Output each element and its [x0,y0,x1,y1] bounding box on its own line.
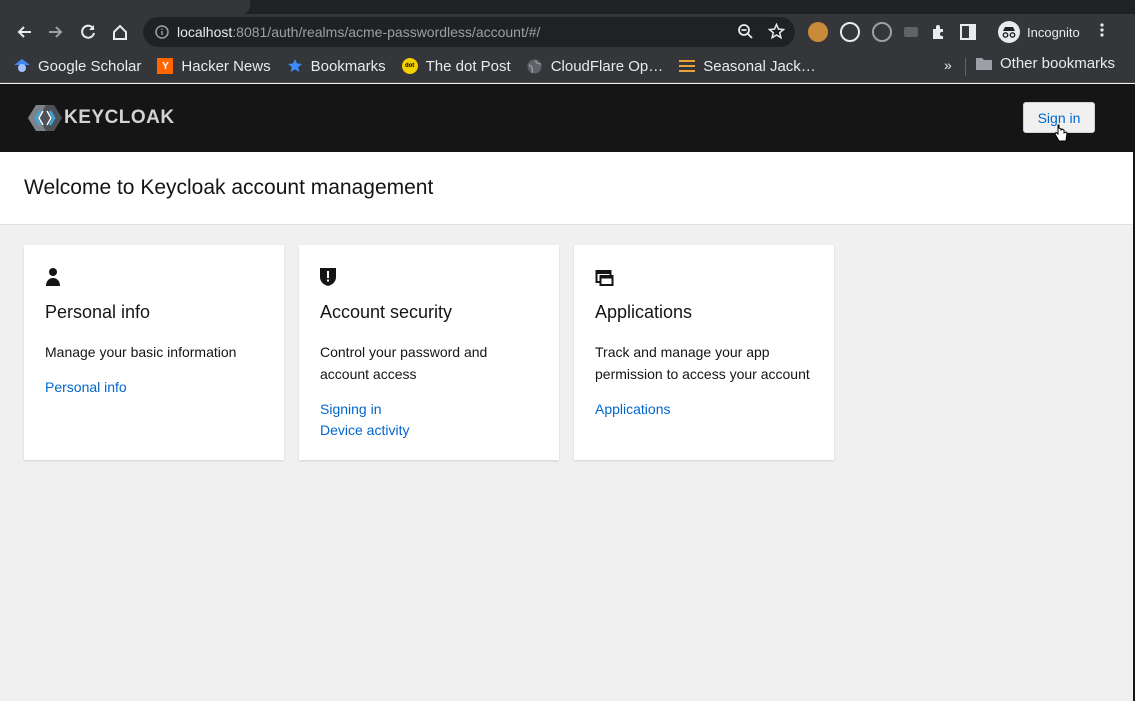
url-host: localhost [177,24,233,40]
signing-in-link[interactable]: Signing in [320,399,538,420]
card-title: Account security [320,302,453,322]
camera-extension-icon[interactable] [904,27,918,37]
card-account-security: Account security Control your password a… [299,245,559,460]
hacker-news-icon: Y [157,58,174,74]
globe-icon [527,58,543,74]
page-title: Welcome to Keycloak account management [24,176,434,199]
star-icon [287,58,303,74]
back-button[interactable] [8,16,40,48]
browser-menu-button[interactable] [1100,22,1104,43]
card-description: Manage your basic information [45,344,237,360]
info-icon[interactable] [155,25,169,39]
folder-icon [976,58,992,70]
reload-icon [81,24,95,39]
card-title: Applications [595,302,693,322]
bookmark-bookmarks[interactable]: Bookmarks [287,58,386,75]
applications-link[interactable]: Applications [595,399,813,420]
other-bookmarks-folder[interactable]: Other bookmarks [976,55,1115,72]
card-applications: Applications Track and manage your app p… [574,245,834,460]
url-path: :8081/auth/realms/acme-passwordless/acco… [232,24,541,40]
browser-toolbar: localhost:8081/auth/realms/acme-password… [0,14,1135,50]
zoom-icon[interactable] [737,23,754,40]
user-icon [46,268,60,286]
arrow-right-icon [49,26,63,38]
extensions-area [808,22,976,42]
bookmarks-divider [965,58,966,76]
keycloak-logo[interactable]: KEYCLOAK [28,105,175,131]
json-extension-icon[interactable] [840,22,860,42]
dot-post-icon: dot [401,58,418,74]
card-personal-info: Personal info Manage your basic informat… [24,245,284,460]
card-description: Track and manage your app permission to … [595,344,810,382]
bookmark-dot-post[interactable]: dot The dot Post [401,57,511,75]
tab-strip [0,0,1135,14]
url-text[interactable]: localhost:8081/auth/realms/acme-password… [177,24,540,40]
card-description: Control your password and account access [320,344,488,382]
address-bar[interactable]: localhost:8081/auth/realms/acme-password… [143,17,795,47]
hand-cursor-icon [1054,124,1068,142]
bookmark-google-scholar[interactable]: Google Scholar [14,58,141,75]
incognito-label: Incognito [1027,24,1080,40]
cookie-extension-icon[interactable] [808,22,828,42]
bookmark-seasonal-jack[interactable]: Seasonal Jack… [679,58,816,75]
bookmark-cloudflare[interactable]: CloudFlare Op… [527,57,664,75]
active-tab[interactable] [0,0,250,14]
bookmark-label: Bookmarks [310,57,386,75]
omnibox-actions [737,23,785,40]
list-icon [679,58,696,74]
reload-button[interactable] [72,16,104,48]
side-panel-icon[interactable] [960,24,976,40]
other-bookmarks-label: Other bookmarks [1000,55,1116,72]
applications-icon [595,270,614,286]
bookmarks-bar: Google Scholar Y Hacker News Bookmarks d… [0,50,1135,83]
bookmark-label: Hacker News [181,57,271,75]
bookmark-hacker-news[interactable]: Y Hacker News [157,57,271,75]
device-activity-link[interactable]: Device activity [320,420,538,441]
keycloak-logo-icon [28,105,62,131]
shield-icon [320,268,336,286]
puzzle-extensions-icon[interactable] [930,23,948,41]
bookmark-label: Seasonal Jack… [703,57,816,75]
arrow-left-icon [17,26,31,38]
welcome-section: Welcome to Keycloak account management [0,152,1133,225]
bookmark-label: The dot Post [425,57,511,75]
incognito-icon [998,21,1020,43]
keycloak-logo-text: KEYCLOAK [64,107,175,128]
card-title: Personal info [45,302,151,322]
scholar-icon [14,58,30,74]
home-button[interactable] [104,16,136,48]
personal-info-link[interactable]: Personal info [45,377,263,398]
kebab-menu-icon [1100,23,1104,37]
sync-extension-icon[interactable] [872,22,892,42]
bookmark-label: CloudFlare Op… [550,57,664,75]
keycloak-header: KEYCLOAK Sign in [0,84,1135,152]
forward-button[interactable] [40,16,72,48]
bookmark-label: Google Scholar [38,57,142,75]
home-icon [113,24,127,40]
incognito-profile-button[interactable]: Incognito [998,19,1080,45]
more-bookmarks-button[interactable]: » [944,57,952,73]
star-bookmark-icon[interactable] [768,23,785,40]
